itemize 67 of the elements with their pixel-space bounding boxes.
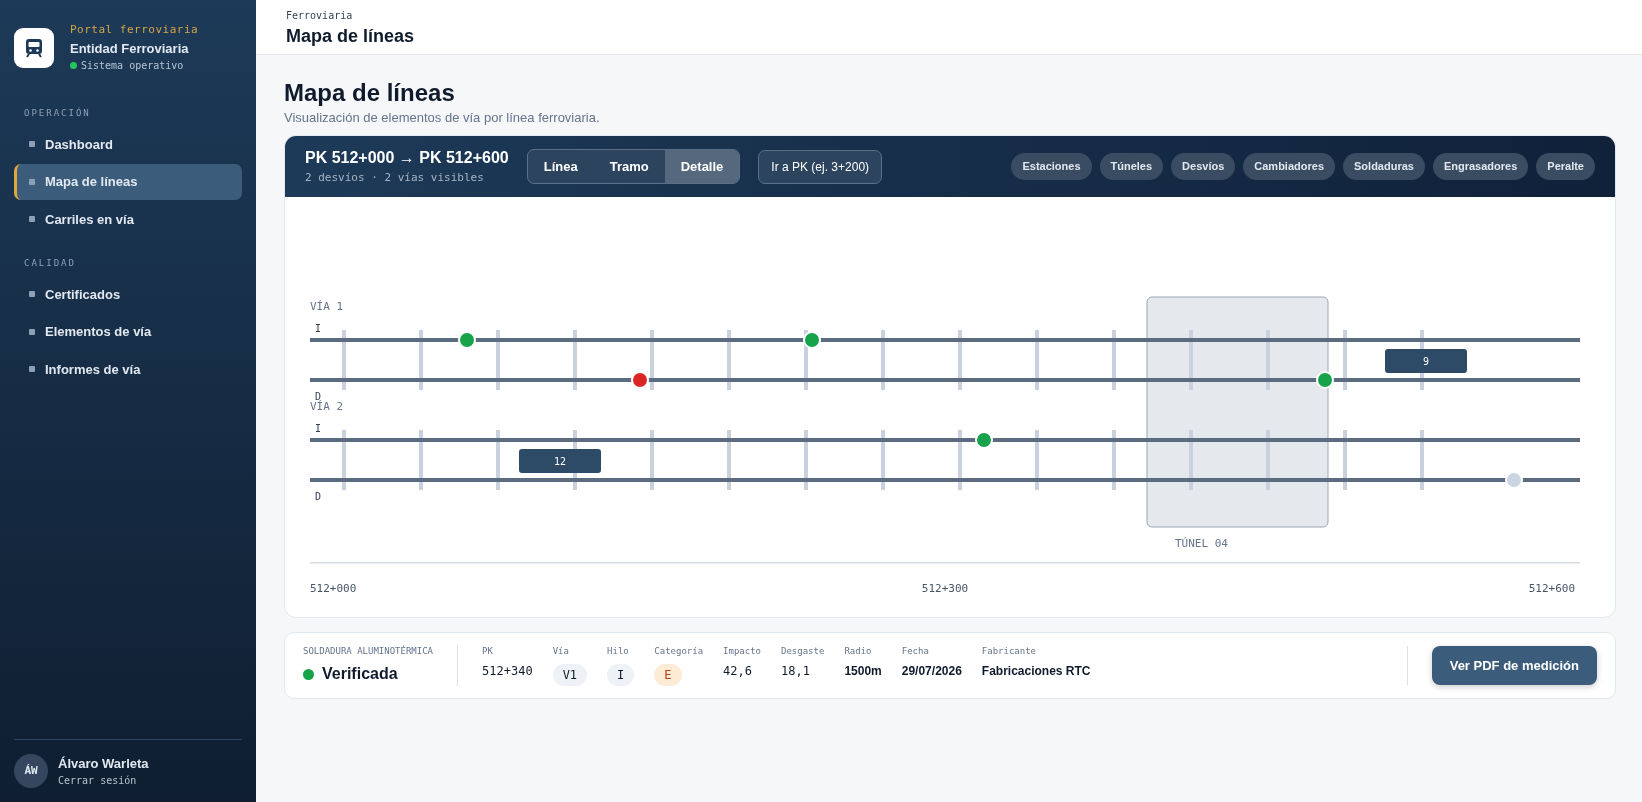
rail-label: D <box>315 390 322 402</box>
filter-chip[interactable]: Engrasadores <box>1432 153 1529 180</box>
field-label: PK <box>482 644 494 658</box>
field-value: 1500m <box>844 663 882 681</box>
nav-section-title: OPERACIÓN <box>24 107 92 120</box>
logout-link[interactable]: Cerrar sesión <box>58 773 149 788</box>
filter-chip[interactable]: Cambiadores <box>1243 153 1335 180</box>
view-tab[interactable]: Tramo <box>593 149 665 184</box>
nav-item[interactable]: Elementos de vía <box>14 314 242 350</box>
detail-type: SOLDADURA ALUMINOTÉRMICA <box>303 644 434 658</box>
status-dot <box>303 668 314 680</box>
map-summary: 2 desvíos · 2 vías visibles <box>305 170 485 187</box>
field-value: 18,1 <box>781 663 811 681</box>
filter-chip[interactable]: Desvíos <box>1171 153 1236 180</box>
nav-section-title: CALIDAD <box>24 257 77 270</box>
field-chip: V1 <box>552 664 588 687</box>
nav-item[interactable]: Carriles en vía <box>14 201 242 237</box>
rail-label: I <box>315 422 322 434</box>
breadcrumb: Ferroviaria <box>286 9 354 23</box>
topbar-title: Mapa de líneas <box>286 25 416 48</box>
field-label: Hilo <box>607 644 630 658</box>
field-value: 512+340 <box>482 663 533 681</box>
field-label: Fabricante <box>981 644 1037 658</box>
brand-kicker: Portal ferroviaria <box>70 22 199 38</box>
axis-label: 512+300 <box>921 581 969 595</box>
view-tab[interactable]: Línea <box>527 149 594 184</box>
axis-label: 512+000 <box>310 581 357 595</box>
category-chip: E <box>654 664 682 687</box>
detail-status: Verificada <box>322 664 398 685</box>
filter-chip[interactable]: Estaciones <box>1011 153 1092 180</box>
view-tab[interactable]: Detalle <box>664 149 740 184</box>
filter-chip[interactable]: Soldaduras <box>1343 153 1425 180</box>
system-status: Sistema operativo <box>81 59 184 73</box>
field-label: Impacto <box>723 644 762 658</box>
brand-name: Entidad Ferroviaria <box>70 39 190 58</box>
user-avatar: ÁW <box>14 753 48 788</box>
nav-item[interactable]: Dashboard <box>14 126 242 162</box>
field-label: Desgaste <box>781 644 825 658</box>
filter-chip[interactable]: Peralte <box>1536 153 1595 180</box>
field-chip: I <box>607 664 635 687</box>
pk-range: PK 512+000 → PK 512+600 <box>305 148 509 169</box>
logo-icon <box>14 27 54 68</box>
rail-label: I <box>315 322 322 334</box>
track-name: VÍA 2 <box>310 399 344 413</box>
field-value: Fabricaciones RTC <box>981 663 1091 681</box>
status-dot <box>70 62 77 69</box>
user-name: Álvaro Warleta <box>58 754 149 773</box>
field-value: 29/07/2026 <box>901 663 962 681</box>
tunnel-label: TÚNEL 04 <box>1175 536 1228 550</box>
track-name: VÍA 1 <box>310 299 344 313</box>
field-label: Radio <box>844 644 873 658</box>
tag-label: 9 <box>1423 355 1429 367</box>
page-subtitle: Visualización de elementos de vía por línea ferroviaria. <box>284 108 601 127</box>
field-value: 42,6 <box>723 663 753 681</box>
field-label: Fecha <box>901 644 930 658</box>
tag-label: 12 <box>554 455 566 467</box>
goto-pk-field[interactable]: Ir a PK (ej. 3+200) <box>758 149 883 184</box>
page-title: Mapa de líneas <box>284 79 456 108</box>
axis-label: 512+600 <box>1528 581 1575 595</box>
nav-item[interactable]: Informes de vía <box>14 351 242 387</box>
nav-item[interactable]: Certificados <box>14 276 242 312</box>
field-label: Categoría <box>654 644 704 658</box>
view-pdf-button[interactable]: Ver PDF de medición <box>1431 645 1597 686</box>
filter-chip[interactable]: Túneles <box>1099 153 1164 180</box>
rail-label: D <box>315 490 322 502</box>
nav-item[interactable]: Mapa de líneas <box>14 164 242 200</box>
field-label: Vía <box>552 644 570 658</box>
